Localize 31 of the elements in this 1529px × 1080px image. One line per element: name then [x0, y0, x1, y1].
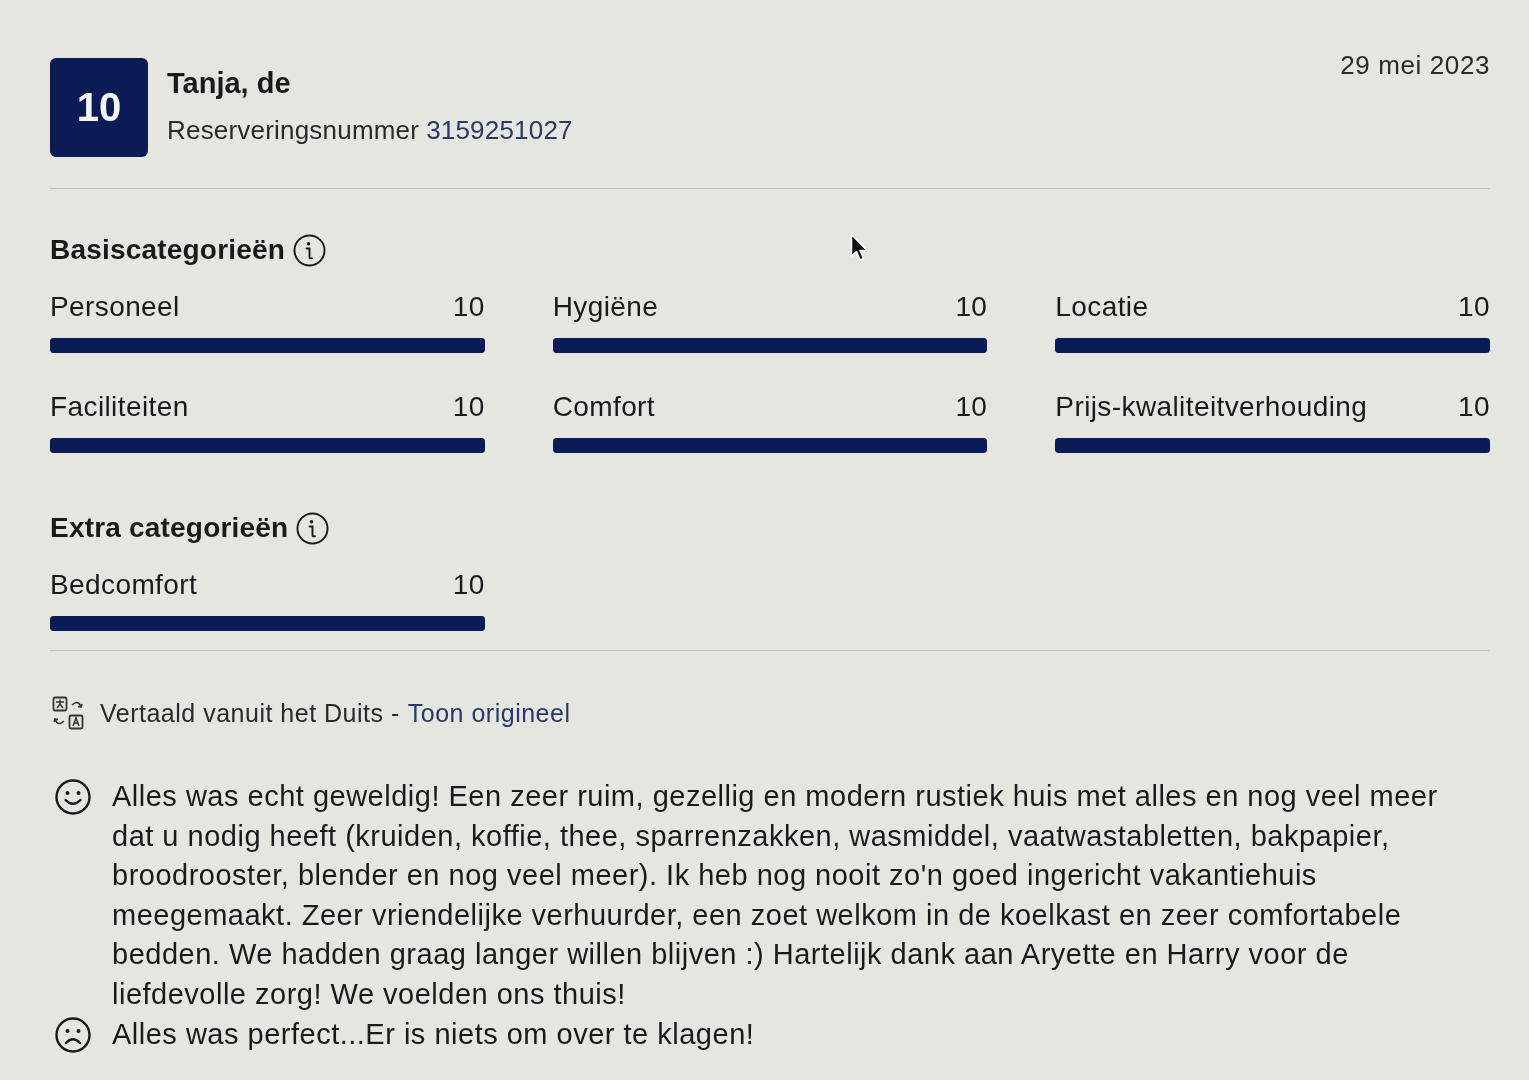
info-icon[interactable] [296, 511, 330, 545]
mouse-pointer-icon [850, 233, 870, 263]
review-date: 29 mei 2023 [1340, 49, 1490, 81]
sad-face-icon [55, 1016, 91, 1053]
reservation-number: 3159251027 [426, 114, 573, 146]
category-score: 10 [1458, 391, 1490, 423]
smiley-face-icon [55, 779, 91, 815]
category-score: 10 [1458, 291, 1490, 323]
category-label: Bedcomfort [50, 569, 198, 601]
category-heading: Extra categorieën [50, 511, 289, 545]
translation-note: Vertaald vanuit het Duits - [100, 698, 400, 728]
category-label: Faciliteiten [50, 391, 189, 423]
category-heading: Basiscategorieën [50, 233, 286, 267]
translate-icon[interactable] [52, 696, 84, 730]
category-label: Hygiëne [552, 291, 659, 323]
category-label: Comfort [552, 391, 656, 423]
category-label: Prijs-kwaliteitverhouding [1055, 391, 1368, 423]
review-comment: Alles was echt geweldig! Een zeer ruim, gezellig en modern rustiek huis met alles en nog veel meer dat u nodig heeft (kruiden, koffie, thee, sparrenzakken, wasmiddel, vaatwastabletten, bakpapier, broodrooster, blender en nog veel meer). Ik heb nog nooit zo'n goed ingericht vakantiehuis meegemaakt. Zeer vriendelijke verhuurder, een zoet welkom in de koelkast en zeer comfortabele bedden. We hadden graag langer willen blijven :) Hartelijk dank aan Aryette en Harry voor de liefdevolle zorg! We voelden ons thuis! [112, 779, 1439, 1012]
category-score: 10 [452, 569, 485, 601]
category-score: 10 [955, 291, 988, 323]
category-label: Locatie [1055, 291, 1149, 323]
reservation-label: Reserveringsnummer [167, 114, 420, 146]
category-score: 10 [955, 391, 988, 423]
score-badge: 10 [50, 58, 148, 157]
show-original-link[interactable]: Toon origineel [407, 698, 571, 728]
review-comment: Alles was perfect...Er is niets om over te klagen! [112, 1016, 756, 1052]
category-score: 10 [452, 291, 485, 323]
info-icon[interactable] [293, 233, 327, 267]
category-label: Personeel [50, 291, 180, 323]
reviewer-name: Tanja, de [167, 66, 292, 100]
category-score: 10 [452, 391, 485, 423]
